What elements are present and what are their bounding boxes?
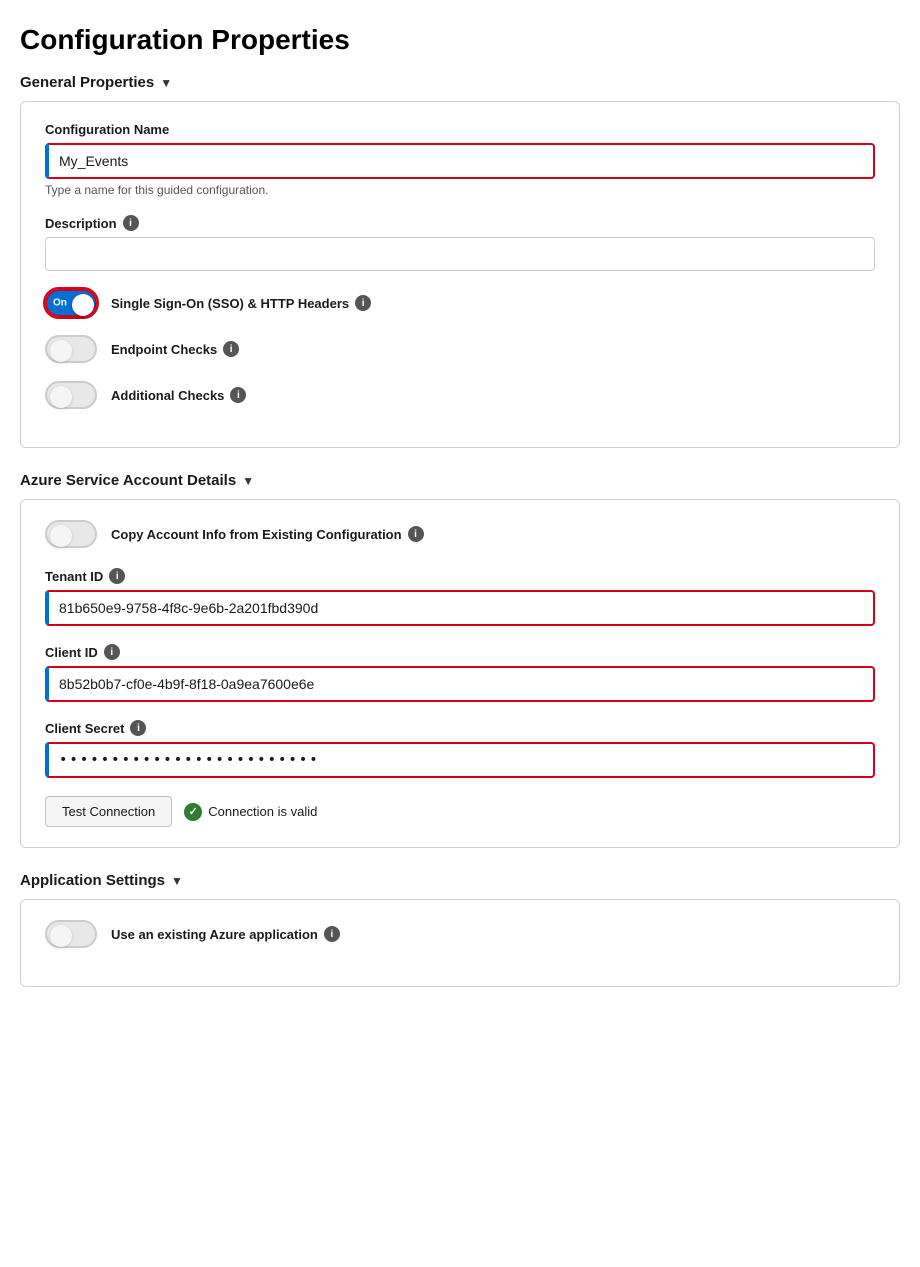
- test-connection-row: Test Connection ✓ Connection is valid: [45, 796, 875, 827]
- endpoint-info-icon[interactable]: i: [223, 341, 239, 357]
- general-properties-header[interactable]: General Properties ▼: [20, 74, 900, 91]
- app-settings-chevron: ▼: [171, 874, 183, 888]
- sso-label: Single Sign-On (SSO) & HTTP Headers i: [111, 295, 371, 311]
- client-id-label: Client ID i: [45, 644, 875, 660]
- sso-toggle[interactable]: On: [45, 289, 97, 317]
- check-circle-icon: ✓: [184, 803, 202, 821]
- description-label: Description i: [45, 215, 875, 231]
- client-id-info-icon[interactable]: i: [104, 644, 120, 660]
- copy-info-icon[interactable]: i: [408, 526, 424, 542]
- endpoint-toggle[interactable]: [45, 335, 97, 363]
- client-id-group: Client ID i: [45, 644, 875, 702]
- general-properties-chevron: ▼: [160, 76, 172, 90]
- config-name-label: Configuration Name: [45, 122, 875, 137]
- description-input[interactable]: [45, 237, 875, 271]
- azure-section-label: Azure Service Account Details: [20, 472, 236, 489]
- client-secret-info-icon[interactable]: i: [130, 720, 146, 736]
- use-existing-toggle-row: Use an existing Azure application i: [45, 920, 875, 948]
- app-settings-card: Use an existing Azure application i: [20, 899, 900, 987]
- copy-label: Copy Account Info from Existing Configur…: [111, 526, 424, 542]
- connection-status-text: Connection is valid: [208, 804, 317, 819]
- sso-info-icon[interactable]: i: [355, 295, 371, 311]
- client-secret-label: Client Secret i: [45, 720, 875, 736]
- azure-section: Azure Service Account Details ▼ Copy Acc…: [20, 472, 900, 848]
- config-name-hint: Type a name for this guided configuratio…: [45, 183, 875, 197]
- copy-toggle[interactable]: [45, 520, 97, 548]
- use-existing-label: Use an existing Azure application i: [111, 926, 340, 942]
- azure-section-card: Copy Account Info from Existing Configur…: [20, 499, 900, 848]
- tenant-id-group: Tenant ID i: [45, 568, 875, 626]
- sso-toggle-text: On: [53, 298, 67, 309]
- page-title: Configuration Properties: [20, 24, 900, 56]
- client-secret-input[interactable]: [45, 742, 875, 778]
- sso-toggle-row: On Single Sign-On (SSO) & HTTP Headers i: [45, 289, 875, 317]
- endpoint-toggle-row: Endpoint Checks i: [45, 335, 875, 363]
- client-secret-group: Client Secret i: [45, 720, 875, 778]
- endpoint-label: Endpoint Checks i: [111, 341, 239, 357]
- description-info-icon[interactable]: i: [123, 215, 139, 231]
- app-settings-section: Application Settings ▼ Use an existing A…: [20, 872, 900, 987]
- additional-label: Additional Checks i: [111, 387, 246, 403]
- azure-section-chevron: ▼: [242, 474, 254, 488]
- general-properties-label: General Properties: [20, 74, 154, 91]
- use-existing-toggle[interactable]: [45, 920, 97, 948]
- tenant-id-info-icon[interactable]: i: [109, 568, 125, 584]
- description-group: Description i: [45, 215, 875, 271]
- tenant-id-label: Tenant ID i: [45, 568, 875, 584]
- additional-toggle[interactable]: [45, 381, 97, 409]
- general-properties-section: General Properties ▼ Configuration Name …: [20, 74, 900, 448]
- general-properties-card: Configuration Name Type a name for this …: [20, 101, 900, 448]
- connection-status: ✓ Connection is valid: [184, 803, 317, 821]
- copy-toggle-row: Copy Account Info from Existing Configur…: [45, 520, 875, 548]
- client-id-input[interactable]: [45, 666, 875, 702]
- tenant-id-input[interactable]: [45, 590, 875, 626]
- config-name-group: Configuration Name Type a name for this …: [45, 122, 875, 197]
- additional-toggle-row: Additional Checks i: [45, 381, 875, 409]
- test-connection-button[interactable]: Test Connection: [45, 796, 172, 827]
- app-settings-header[interactable]: Application Settings ▼: [20, 872, 900, 889]
- azure-section-header[interactable]: Azure Service Account Details ▼: [20, 472, 900, 489]
- use-existing-info-icon[interactable]: i: [324, 926, 340, 942]
- app-settings-label: Application Settings: [20, 872, 165, 889]
- additional-info-icon[interactable]: i: [230, 387, 246, 403]
- config-name-input[interactable]: [45, 143, 875, 179]
